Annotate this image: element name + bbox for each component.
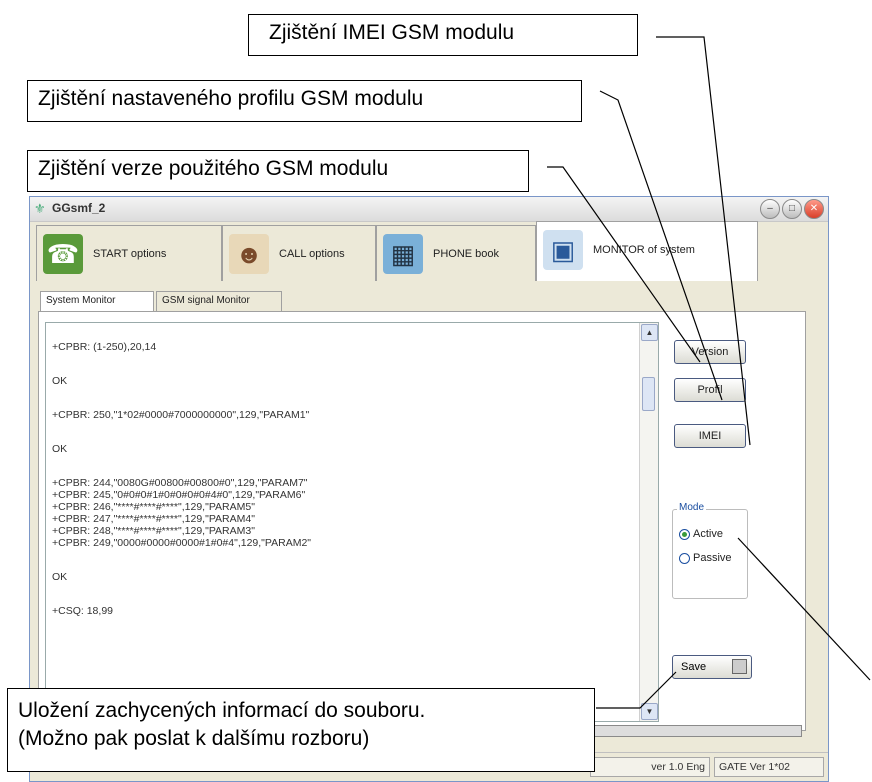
close-icon[interactable]: ✕ xyxy=(804,199,824,219)
monitor-line: OK xyxy=(52,571,68,583)
tab-monitor-of-system[interactable]: ▣ MONITOR of system xyxy=(536,221,758,281)
minimize-icon[interactable]: – xyxy=(760,199,780,219)
callout-imei: Zjištění IMEI GSM modulu xyxy=(248,14,638,56)
window-title: GGsmf_2 xyxy=(52,201,106,215)
radio-checked-icon xyxy=(679,528,690,540)
tab-gsm-signal-monitor-label: GSM signal Monitor xyxy=(162,295,250,306)
status-gate-version: GATE Ver 1*02 xyxy=(714,757,824,777)
callout-version: Zjištění verze použitého GSM modulu xyxy=(27,150,529,192)
app-icon: ⚜ xyxy=(34,201,46,216)
monitor-icon: ▣ xyxy=(543,230,583,270)
scroll-down-icon[interactable]: ▼ xyxy=(641,703,658,720)
tab-call-label: CALL options xyxy=(279,248,345,260)
callout-imei-text: Zjištění IMEI GSM modulu xyxy=(269,21,515,44)
save-button-label: Save xyxy=(681,661,707,673)
call-person-icon: ☻ xyxy=(229,234,269,274)
callout-save-line1: Uložení zachycených informací do souboru… xyxy=(18,699,426,722)
monitor-line: +CPBR: (1-250),20,14 xyxy=(52,341,157,353)
tab-phone-book[interactable]: ▦ PHONE book xyxy=(376,225,536,281)
monitor-line: +CSQ: 18,99 xyxy=(52,605,113,617)
save-button[interactable]: Save xyxy=(672,655,752,679)
vertical-scrollbar[interactable]: ▲ ▼ xyxy=(639,323,658,721)
imei-button[interactable]: IMEI xyxy=(674,424,746,448)
tab-phonebook-label: PHONE book xyxy=(433,248,500,260)
callout-save: Uložení zachycených informací do souboru… xyxy=(7,688,595,772)
callout-profile-text: Zjištění nastaveného profilu GSM modulu xyxy=(38,87,424,110)
monitor-output[interactable]: +CPBR: (1-250),20,14 OK +CPBR: 250,"1*02… xyxy=(45,322,659,722)
version-button[interactable]: Version xyxy=(674,340,746,364)
mode-active-label: Active xyxy=(693,528,723,540)
mode-passive-radio[interactable]: Passive xyxy=(679,552,732,564)
monitor-line: +CPBR: 245,"0#0#0#1#0#0#0#0#4#0",129,"PA… xyxy=(52,489,306,501)
scroll-thumb[interactable] xyxy=(642,377,655,411)
progress-bar xyxy=(590,725,802,737)
mode-group: Mode Active Passive xyxy=(672,502,748,599)
tab-start-label: START options xyxy=(93,248,167,260)
monitor-line: OK xyxy=(52,443,68,455)
callout-version-text: Zjištění verze použitého GSM modulu xyxy=(38,157,389,180)
title-bar[interactable]: ⚜ GGsmf_2 – □ ✕ xyxy=(30,197,828,222)
callout-save-line2: (Možno pak poslat k dalšímu rozboru) xyxy=(18,727,370,750)
mode-active-radio[interactable]: Active xyxy=(679,528,723,540)
tab-monitor-label: MONITOR of system xyxy=(593,244,695,256)
tab-system-monitor-label: System Monitor xyxy=(46,295,116,306)
tab-system-monitor[interactable]: System Monitor xyxy=(40,291,154,311)
scroll-up-icon[interactable]: ▲ xyxy=(641,324,658,341)
status-version: ver 1.0 Eng xyxy=(590,757,710,777)
radio-unchecked-icon xyxy=(679,552,690,564)
monitor-text: +CPBR: (1-250),20,14 OK +CPBR: 250,"1*02… xyxy=(52,341,628,617)
tab-call-options[interactable]: ☻ CALL options xyxy=(222,225,376,281)
start-icon: ☎ xyxy=(43,234,83,274)
monitor-line: +CPBR: 248,"****#****#****",129,"PARAM3" xyxy=(52,525,255,537)
window-controls: – □ ✕ xyxy=(760,199,824,219)
monitor-line: +CPBR: 249,"0000#0000#0000#1#0#4",129,"P… xyxy=(52,537,312,549)
tab-start-options[interactable]: ☎ START options xyxy=(36,225,222,281)
mode-legend: Mode xyxy=(677,502,707,513)
monitor-line: +CPBR: 250,"1*02#0000#7000000000",129,"P… xyxy=(52,409,310,421)
profil-button[interactable]: Profil xyxy=(674,378,746,402)
monitor-line: +CPBR: 247,"****#****#****",129,"PARAM4" xyxy=(52,513,255,525)
monitor-line: +CPBR: 246,"****#****#****",129,"PARAM5" xyxy=(52,501,255,513)
monitor-line: +CPBR: 244,"0080G#00800#00800#0",129,"PA… xyxy=(52,477,308,489)
mode-passive-label: Passive xyxy=(693,552,732,564)
callout-profile: Zjištění nastaveného profilu GSM modulu xyxy=(27,80,582,122)
maximize-icon[interactable]: □ xyxy=(782,199,802,219)
monitor-line: OK xyxy=(52,375,68,387)
phonebook-icon: ▦ xyxy=(383,234,423,274)
save-disk-icon xyxy=(732,659,747,674)
tab-gsm-signal-monitor[interactable]: GSM signal Monitor xyxy=(156,291,282,311)
